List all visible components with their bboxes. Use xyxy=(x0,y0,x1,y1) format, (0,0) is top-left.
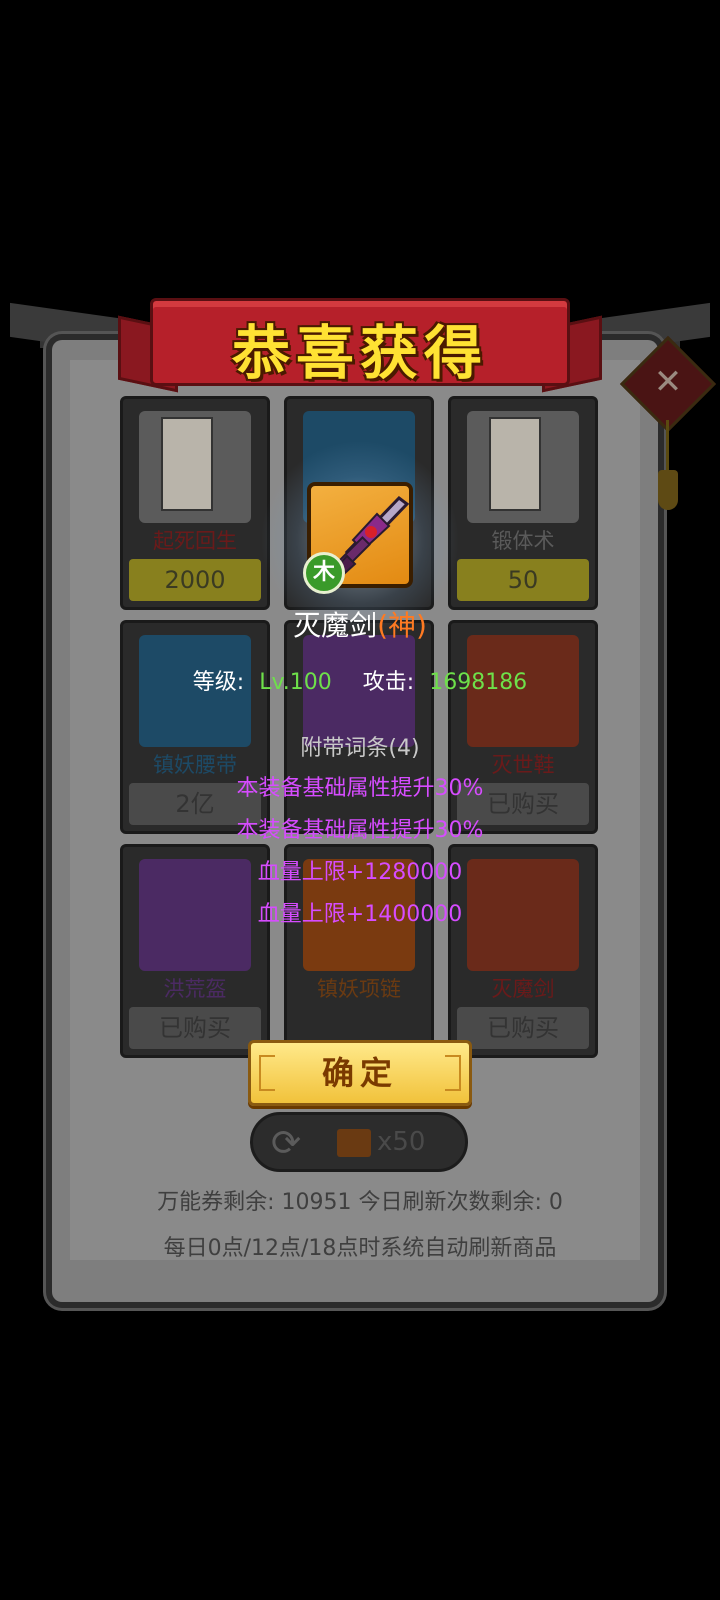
level-label: 等级: xyxy=(192,670,245,695)
close-icon: ✕ xyxy=(653,362,683,402)
affix-line: 血量上限+1280000 xyxy=(257,860,463,885)
shop-item-price: 已购买 xyxy=(457,1007,589,1049)
affix-line: 本装备基础属性提升30% xyxy=(236,776,484,801)
shop-item-card[interactable]: 起死回生 2000 xyxy=(120,396,270,610)
ticket-icon xyxy=(337,1129,371,1157)
shop-item-name: 洪荒盔 xyxy=(163,977,227,1001)
attack-value: 1698186 xyxy=(429,670,528,695)
affix-line: 血量上限+1400000 xyxy=(257,902,463,927)
reward-item-name: 灭魔剑(神) xyxy=(0,604,720,644)
affix-title: 附带词条(4) xyxy=(300,736,420,761)
skill-book-icon xyxy=(467,411,579,523)
refresh-note: 每日0点/12点/18点时系统自动刷新商品 xyxy=(163,1236,557,1261)
element-badge: 木 xyxy=(303,552,345,594)
shop-item-price: 50 xyxy=(457,559,589,601)
refresh-cost: x50 xyxy=(377,1127,426,1157)
shop-item-price: 2000 xyxy=(129,559,261,601)
button-ornament-right xyxy=(445,1055,461,1091)
level-value: Lv.100 xyxy=(259,670,332,695)
shop-item-name: 锻体术 xyxy=(491,529,555,553)
banner-title: 恭喜获得 xyxy=(231,319,488,387)
item-name-text: 灭魔剑 xyxy=(293,609,378,642)
confirm-button[interactable]: 确定 xyxy=(248,1040,472,1106)
refresh-icon: ⟳ xyxy=(271,1123,302,1164)
affix-line: 本装备基础属性提升30% xyxy=(236,818,484,843)
item-quality: (神) xyxy=(377,609,427,642)
ticket-status: 万能券剩余: 10951 今日刷新次数剩余: 0 xyxy=(157,1190,563,1215)
reward-stats: 等级: Lv.100 攻击: 1698186 xyxy=(0,664,720,696)
skill-book-icon xyxy=(139,411,251,523)
shop-item-price: 已购买 xyxy=(129,1007,261,1049)
shop-item-name: 起死回生 xyxy=(153,529,237,553)
button-ornament-left xyxy=(259,1055,275,1091)
confirm-label: 确定 xyxy=(321,1054,398,1092)
shop-item-card[interactable]: 锻体术 50 xyxy=(448,396,598,610)
reward-banner: 恭喜获得 xyxy=(118,298,602,398)
shop-item-name: 镇妖项链 xyxy=(317,977,401,1001)
shop-item-name: 灭魔剑 xyxy=(491,977,555,1001)
attack-label: 攻击: xyxy=(362,670,415,695)
refresh-button[interactable]: ⟳ x50 xyxy=(250,1112,468,1172)
tassel xyxy=(658,470,678,510)
